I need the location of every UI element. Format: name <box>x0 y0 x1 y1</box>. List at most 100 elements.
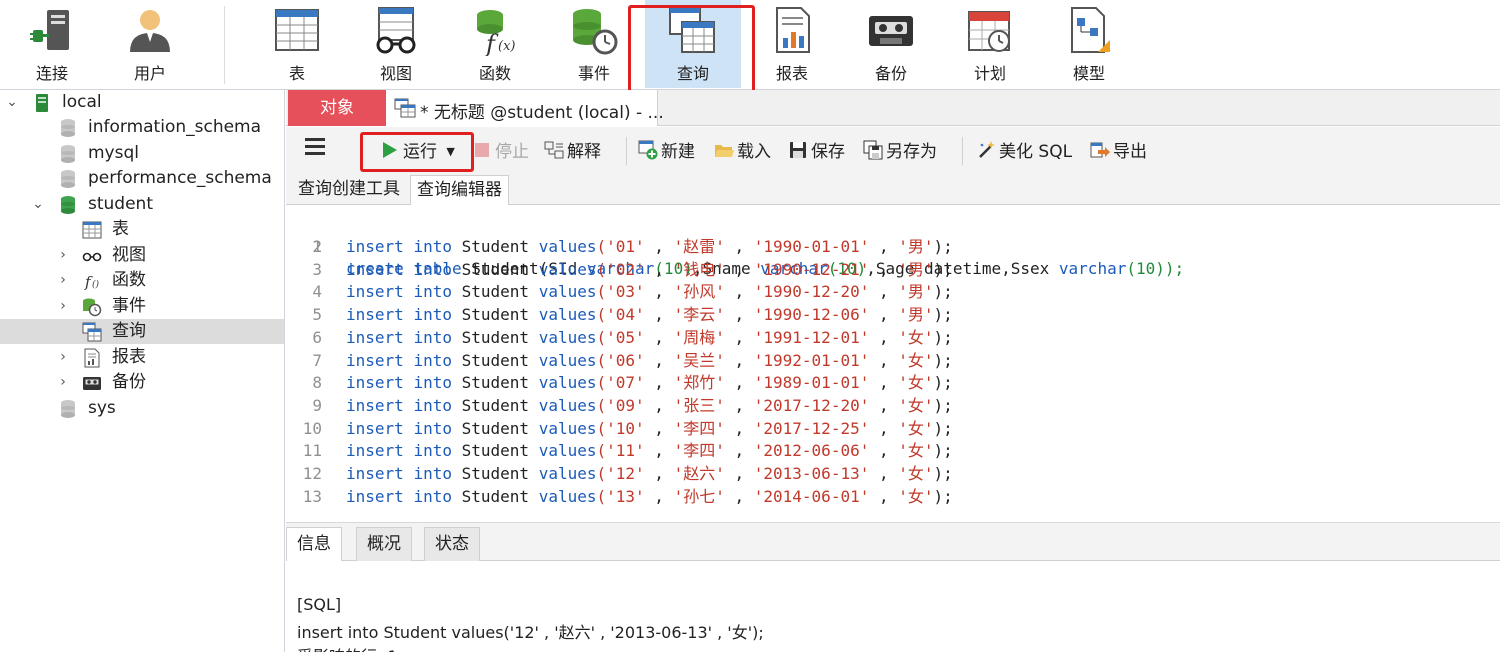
tree-node-events[interactable]: › 事件 <box>0 294 284 319</box>
save-button[interactable]: 保存 <box>788 137 845 165</box>
keyword: into <box>413 464 452 483</box>
keyword: insert <box>346 237 404 256</box>
event-icon <box>83 298 102 317</box>
ribbon-user-button[interactable]: 用户 <box>104 0 196 88</box>
ribbon-backup-button[interactable]: 备份 <box>845 0 937 88</box>
save-as-button[interactable]: 另存为 <box>863 137 937 165</box>
keyword: insert <box>346 486 404 506</box>
string-literal: '男' <box>898 259 934 279</box>
string-literal: '男' <box>898 305 934 325</box>
code-text: insert into Student values('01' , '赵雷' ,… <box>346 237 953 256</box>
stop-label: 停止 <box>495 142 529 162</box>
new-label: 新建 <box>661 142 695 162</box>
tree-node-local[interactable]: ⌄ local <box>0 90 284 115</box>
keyword: into <box>413 395 452 415</box>
keyword: insert <box>346 395 404 415</box>
ribbon-function-button[interactable]: f (x) 函数 <box>449 0 541 88</box>
ribbon-table-button[interactable]: 表 <box>251 0 343 88</box>
ribbon-report-button[interactable]: 报表 <box>746 0 838 88</box>
collapse-icon[interactable]: ⌄ <box>31 193 45 215</box>
tree-node-views[interactable]: › 视图 <box>0 243 284 268</box>
main-ribbon: 连接 用户 表 视图 f (x) 函数 事件 查询 报表 备份 计划 模型 <box>0 0 1500 101</box>
run-dropdown-arrow-icon[interactable]: ▼ <box>446 145 454 158</box>
identifier: Student <box>461 395 530 415</box>
ribbon-connection-button[interactable]: 连接 <box>6 0 98 88</box>
keyword: into <box>413 418 452 438</box>
collapse-icon[interactable]: ⌄ <box>5 91 19 113</box>
line-number: 12 <box>302 464 322 483</box>
tab-message[interactable]: 信息 <box>286 527 342 561</box>
tree-label: 查询 <box>112 321 146 341</box>
tab-status[interactable]: 状态 <box>424 527 480 561</box>
ribbon-query-label: 查询 <box>676 64 709 83</box>
tree-node-sys[interactable]: sys <box>0 396 284 421</box>
expand-icon[interactable]: › <box>56 295 70 317</box>
keyword: insert <box>346 259 404 279</box>
tab-objects[interactable]: 对象 <box>288 90 386 126</box>
keyword: into <box>413 259 452 279</box>
string-literal: ('02' <box>596 259 645 279</box>
export-label: 导出 <box>1113 142 1147 162</box>
identifier: Student <box>461 464 530 483</box>
load-label: 载入 <box>737 142 771 162</box>
string-literal: '2012-06-06' <box>753 441 870 461</box>
tab-untitled-query[interactable]: * 无标题 @student (local) - ... <box>386 90 664 126</box>
string-literal: ('03' <box>596 282 645 302</box>
expand-icon[interactable]: › <box>56 346 70 368</box>
run-button[interactable]: 运行 ▼ <box>380 137 455 165</box>
database-icon <box>61 400 75 418</box>
tab-profile[interactable]: 概况 <box>356 527 412 561</box>
tree-node-information-schema[interactable]: information_schema <box>0 115 284 140</box>
stop-icon <box>475 143 489 157</box>
tree-node-queries[interactable]: 查询 <box>0 319 284 344</box>
expand-icon[interactable]: › <box>56 269 70 291</box>
keyword: values <box>538 237 597 256</box>
beautify-sql-button[interactable]: 美化 SQL <box>976 137 1072 165</box>
query-toolbar: 运行 ▼ 停止 解释 新建 载入 保存 另存为 美化 SQL 导出 <box>286 127 1500 173</box>
sql-editor[interactable]: 1 create table Student(SId varchar(10),S… <box>286 206 1500 522</box>
string-literal: '2017-12-20' <box>753 395 870 415</box>
code-line: 1 create table Student(SId varchar(10),S… <box>286 214 1184 278</box>
ribbon-view-button[interactable]: 视图 <box>350 0 442 88</box>
code-text: insert into Student values('02' , '钱电' ,… <box>346 259 953 279</box>
string-literal: '1992-01-01' <box>753 350 870 370</box>
keyword: into <box>413 373 452 393</box>
stop-button[interactable]: 停止 <box>472 137 529 165</box>
tab-untitled-query-label: * 无标题 @student (local) - ... <box>420 103 664 123</box>
new-button[interactable]: 新建 <box>638 137 695 165</box>
load-button[interactable]: 载入 <box>714 137 771 165</box>
tree-node-tables[interactable]: 表 <box>0 217 284 242</box>
menu-button[interactable] <box>304 135 326 163</box>
ribbon-model-label: 模型 <box>1072 64 1105 83</box>
report-icon <box>776 7 810 53</box>
keyword: values <box>538 395 597 415</box>
explain-button[interactable]: 解释 <box>544 137 601 165</box>
tree-node-backups[interactable]: › 备份 <box>0 370 284 395</box>
code-text: insert into Student values('04' , '李云' ,… <box>346 305 953 325</box>
tab-query-builder[interactable]: 查询创建工具 <box>292 175 406 205</box>
string-literal: ('06' <box>596 350 645 370</box>
ribbon-schedule-button[interactable]: 计划 <box>944 0 1036 88</box>
expand-icon[interactable]: › <box>56 371 70 393</box>
string-literal: ('11' <box>596 441 645 461</box>
svg-text:(x): (x) <box>498 39 515 54</box>
export-button[interactable]: 导出 <box>1090 137 1147 165</box>
tree-node-mysql[interactable]: mysql <box>0 141 284 166</box>
tree-node-functions[interactable]: › f () 函数 <box>0 268 284 293</box>
ribbon-event-button[interactable]: 事件 <box>548 0 640 88</box>
query-icon <box>669 7 715 53</box>
string-literal: ('09' <box>596 395 645 415</box>
tree-node-performance-schema[interactable]: performance_schema <box>0 166 284 191</box>
code-text: insert into Student values('07' , '郑竹' ,… <box>346 373 953 393</box>
play-icon <box>383 142 397 158</box>
identifier: Student <box>461 259 530 279</box>
tab-query-editor[interactable]: 查询编辑器 <box>410 175 509 205</box>
keyword: insert <box>346 441 404 461</box>
tree-node-student[interactable]: ⌄ student <box>0 192 284 217</box>
line-number: 3 <box>312 259 322 279</box>
ribbon-query-button[interactable]: 查询 <box>645 0 741 88</box>
tree-node-reports[interactable]: › 报表 <box>0 345 284 370</box>
string-literal: '钱电' <box>673 259 725 279</box>
expand-icon[interactable]: › <box>56 244 70 266</box>
ribbon-model-button[interactable]: 模型 <box>1043 0 1135 88</box>
